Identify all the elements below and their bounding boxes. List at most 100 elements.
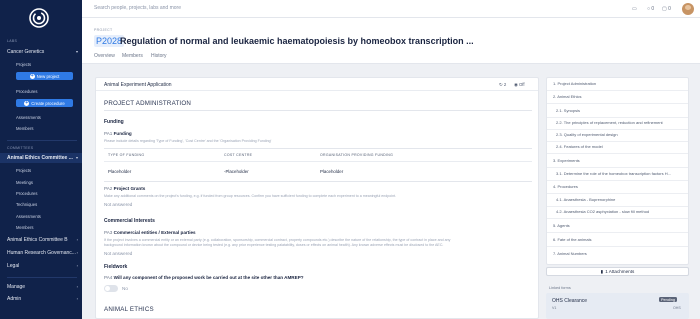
search-input[interactable]: Search people, projects, labs and more xyxy=(94,5,181,11)
comments-button[interactable]: ↻ 2 xyxy=(499,82,506,88)
sidebar-divider xyxy=(7,277,77,278)
question-label: Funding xyxy=(113,131,132,136)
group-title-fieldwork: Fieldwork xyxy=(104,264,128,270)
sidebar-item-cancer-genetics[interactable]: Cancer Genetics xyxy=(7,49,77,55)
sidebar-item-animal-ethics-committee-b[interactable]: Animal Ethics Committee B xyxy=(7,237,77,243)
notifications-button[interactable]: ○ 0 xyxy=(647,6,654,12)
new-project-button[interactable]: + New project xyxy=(16,72,73,80)
sidebar-item-committee-members[interactable]: Members xyxy=(16,225,33,230)
question-label: Project Grants xyxy=(113,186,146,191)
toc-divider xyxy=(547,206,688,207)
attachments-button[interactable]: ▮ 1 Attachments xyxy=(546,267,689,276)
tab-history[interactable]: History xyxy=(151,53,167,59)
comment-icon: ↻ xyxy=(499,82,503,87)
toc-item[interactable]: 2.1. Synopsis xyxy=(556,108,685,113)
sidebar-item-manage[interactable]: Manage xyxy=(7,284,77,290)
toc-item[interactable]: 3.1. Determine the role of the homeobox … xyxy=(556,171,685,176)
question-title-pa3: PA3 Commercial entities / External parti… xyxy=(104,230,196,235)
toc-item[interactable]: 2.2. The principles of replacement, redu… xyxy=(556,120,685,125)
eye-icon: ◉ xyxy=(514,82,518,87)
question-code: PA2 xyxy=(104,186,113,191)
toc-item[interactable]: 3. Experiments xyxy=(553,158,685,163)
toc-item[interactable]: 1. Project Administration xyxy=(553,81,685,86)
linked-form-title: OHS Clearance xyxy=(552,298,588,304)
view-toggle-button[interactable]: ◉ Off xyxy=(514,82,525,88)
status-badge: Pending xyxy=(659,297,677,302)
question-label: Commercial entities / External parties xyxy=(113,230,196,235)
application-title: Animal Experiment Application xyxy=(104,82,172,88)
toggle-label: No xyxy=(122,286,128,291)
sidebar-item-committee-projects[interactable]: Projects xyxy=(16,168,31,173)
chevron-right-icon[interactable]: › xyxy=(77,263,78,268)
toc-item[interactable]: 2. Animal Ethics xyxy=(553,94,685,99)
tab-overview[interactable]: Overview xyxy=(94,53,115,59)
plus-icon: + xyxy=(29,72,35,79)
toc-item[interactable]: 4. Procedures xyxy=(553,184,685,189)
chevron-down-icon[interactable]: ▾ xyxy=(76,155,78,160)
linked-form-version: V1 xyxy=(552,306,557,310)
toc-item[interactable]: 5. Agents xyxy=(553,223,685,228)
top-bar: Search people, projects, labs and more ▭… xyxy=(82,0,700,18)
sidebar-item-members[interactable]: Members xyxy=(16,126,33,131)
toc-divider xyxy=(547,153,688,154)
avatar[interactable] xyxy=(682,3,694,15)
toc-item[interactable]: 2.3. Quality of experimental design xyxy=(556,132,685,137)
toc-item[interactable]: 4.1. Anaesthesia - Buprenorphine xyxy=(556,197,685,202)
question-code: PA4 xyxy=(104,275,113,280)
sidebar-item-committee-meetings[interactable]: Meetings xyxy=(16,180,33,185)
sidebar-section-committees: COMMITTEES xyxy=(7,146,34,150)
question-help-pa2: Make any additional comments on the proj… xyxy=(104,194,397,198)
toc-divider xyxy=(547,218,688,219)
toc-divider xyxy=(547,246,688,247)
sidebar-item-assessments[interactable]: Assessments xyxy=(16,115,41,120)
sidebar-item-committee-procedures[interactable]: Procedures xyxy=(16,191,37,196)
sidebar-item-legal[interactable]: Legal xyxy=(7,263,77,269)
calendar-icon[interactable]: ▭ xyxy=(632,6,637,12)
chevron-right-icon[interactable]: › xyxy=(77,250,78,255)
section-title-administration: PROJECT ADMINISTRATION xyxy=(104,100,192,107)
sidebar-item-committee-techniques[interactable]: Techniques xyxy=(16,202,37,207)
notifications-count: 0 xyxy=(651,6,655,12)
create-procedure-button[interactable]: + Create procedure xyxy=(16,99,73,107)
section-divider xyxy=(104,110,532,111)
linked-form-card[interactable]: OHS Clearance V1 Pending OHS xyxy=(546,293,689,319)
comments-count: 2 xyxy=(503,82,507,87)
sidebar-item-human-research[interactable]: Human Research Governanc... xyxy=(7,250,77,256)
fieldwork-toggle[interactable] xyxy=(104,285,118,292)
application-header: Animal Experiment Application ↻ 2 ◉ Off xyxy=(96,78,538,91)
chevron-right-icon[interactable]: › xyxy=(77,296,78,301)
toc-divider xyxy=(547,117,688,118)
toc-item[interactable]: 7. Animal Numbers xyxy=(553,251,685,256)
table-cell: Placeholder xyxy=(108,169,132,174)
table-divider xyxy=(104,161,532,162)
toc-divider xyxy=(547,129,688,130)
sidebar-item-procedures[interactable]: Procedures xyxy=(16,89,37,94)
tasks-button[interactable]: ▢ 0 xyxy=(662,6,671,12)
toc-item[interactable]: 2.4. Features of the model xyxy=(556,144,685,149)
question-help-pa1: Please include details regarding 'Type o… xyxy=(104,139,272,143)
chevron-right-icon[interactable]: › xyxy=(77,284,78,289)
chevron-right-icon[interactable]: › xyxy=(77,237,78,242)
table-header: TYPE OF FUNDING xyxy=(108,153,145,157)
toc-item[interactable]: 4.2. Anaesthesia CO2 asphyxiation - slow… xyxy=(556,209,685,214)
sidebar-item-committee-assessments[interactable]: Assessments xyxy=(16,214,41,219)
section-title-animal-ethics: ANIMAL ETHICS xyxy=(104,306,154,313)
group-title-commercial: Commercial Interests xyxy=(104,218,155,224)
plus-icon: + xyxy=(24,99,30,106)
question-title-pa1: PA1 Funding xyxy=(104,131,132,136)
table-cell: Placeholder xyxy=(320,169,344,174)
question-help-pa3: background information known about the c… xyxy=(104,243,444,247)
project-header: PROJECT P2028 Regulation of normal and l… xyxy=(82,18,700,64)
check-icon: ▢ xyxy=(662,6,667,12)
sidebar-item-animal-ethics-committee[interactable]: Animal Ethics Committee ... xyxy=(7,155,77,161)
logo-icon[interactable] xyxy=(29,8,49,28)
toc-divider xyxy=(547,90,688,91)
sidebar: LABS Cancer Genetics ▾ Projects + New pr… xyxy=(0,0,82,319)
sidebar-item-projects[interactable]: Projects xyxy=(16,62,31,67)
tab-members[interactable]: Members xyxy=(122,53,143,59)
toc-item[interactable]: 6. Fate of the animals xyxy=(553,237,685,242)
sidebar-item-admin[interactable]: Admin xyxy=(7,296,77,302)
chevron-down-icon[interactable]: ▾ xyxy=(76,49,78,54)
attachments-label: 1 Attachments xyxy=(605,269,635,274)
question-label: Will any component of the proposed work … xyxy=(113,275,304,280)
